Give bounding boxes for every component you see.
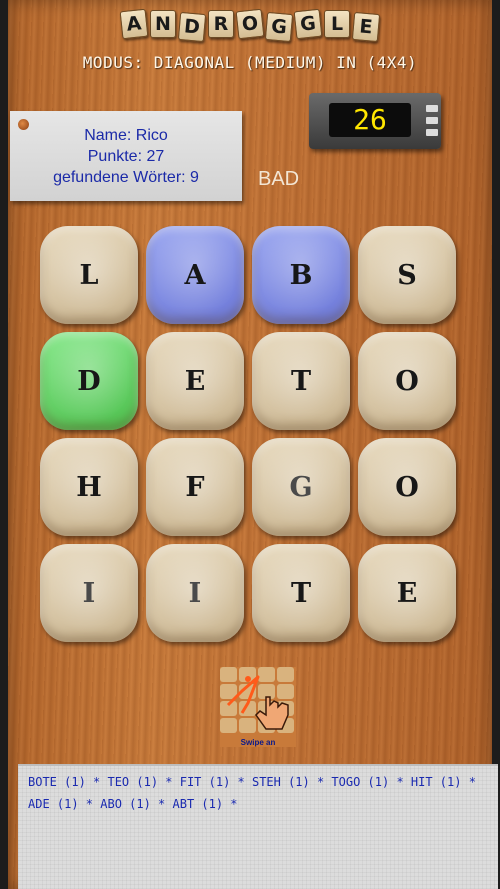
player-info-card: Name: Rico Punkte: 27 gefundene Wörter: … bbox=[10, 111, 242, 201]
letter-die[interactable]: G bbox=[252, 438, 350, 536]
swipe-label: Swipe an bbox=[240, 738, 276, 747]
letter-die[interactable]: E bbox=[358, 544, 456, 642]
letter-die[interactable]: H bbox=[40, 438, 138, 536]
letter-die[interactable]: T bbox=[252, 544, 350, 642]
player-name: Name: Rico bbox=[84, 127, 168, 144]
title-tile: G bbox=[264, 11, 294, 43]
swipe-hint[interactable]: Swipe an bbox=[220, 667, 296, 747]
letter-die[interactable]: E bbox=[146, 332, 244, 430]
letter-die[interactable]: A bbox=[146, 226, 244, 324]
letter-die[interactable]: S bbox=[358, 226, 456, 324]
pin-icon bbox=[18, 119, 29, 130]
timer-buttons bbox=[426, 105, 438, 141]
letter-die[interactable]: O bbox=[358, 438, 456, 536]
title-tile: G bbox=[293, 8, 323, 40]
swipe-path-icon bbox=[226, 675, 289, 730]
letter-grid: LABSDETOHFGOIITE bbox=[40, 226, 464, 642]
title-tile: R bbox=[208, 10, 234, 38]
title-tile: A bbox=[119, 8, 149, 40]
title-tile: L bbox=[324, 10, 350, 38]
timer-display: 26 bbox=[329, 103, 411, 137]
timer-button-icon bbox=[426, 105, 438, 112]
timer-device: 26 bbox=[309, 93, 441, 149]
timer-button-icon bbox=[426, 117, 438, 124]
found-words-count: gefundene Wörter: 9 bbox=[53, 169, 199, 186]
timer-button-icon bbox=[426, 129, 438, 136]
letter-die[interactable]: D bbox=[40, 332, 138, 430]
title-tile: D bbox=[177, 11, 207, 43]
letter-die[interactable]: T bbox=[252, 332, 350, 430]
found-words-list: BOTE (1) * TEO (1) * FIT (1) * STEH (1) … bbox=[18, 764, 498, 889]
letter-die[interactable]: O bbox=[358, 332, 456, 430]
letter-die[interactable]: I bbox=[146, 544, 244, 642]
title-tile: O bbox=[235, 8, 265, 40]
app-title-logo: A N D R O G G L E bbox=[8, 8, 492, 43]
letter-die[interactable]: L bbox=[40, 226, 138, 324]
letter-die[interactable]: I bbox=[40, 544, 138, 642]
title-tile: E bbox=[351, 11, 381, 43]
letter-die[interactable]: F bbox=[146, 438, 244, 536]
title-tile: N bbox=[150, 10, 176, 38]
game-board-background: A N D R O G G L E MODUS: DIAGONAL (MEDIU… bbox=[8, 0, 498, 889]
letter-die[interactable]: B bbox=[252, 226, 350, 324]
player-points: Punkte: 27 bbox=[87, 148, 165, 165]
current-word-status: BAD bbox=[258, 168, 300, 190]
game-mode-label: MODUS: DIAGONAL (MEDIUM) IN (4X4) bbox=[82, 53, 418, 72]
